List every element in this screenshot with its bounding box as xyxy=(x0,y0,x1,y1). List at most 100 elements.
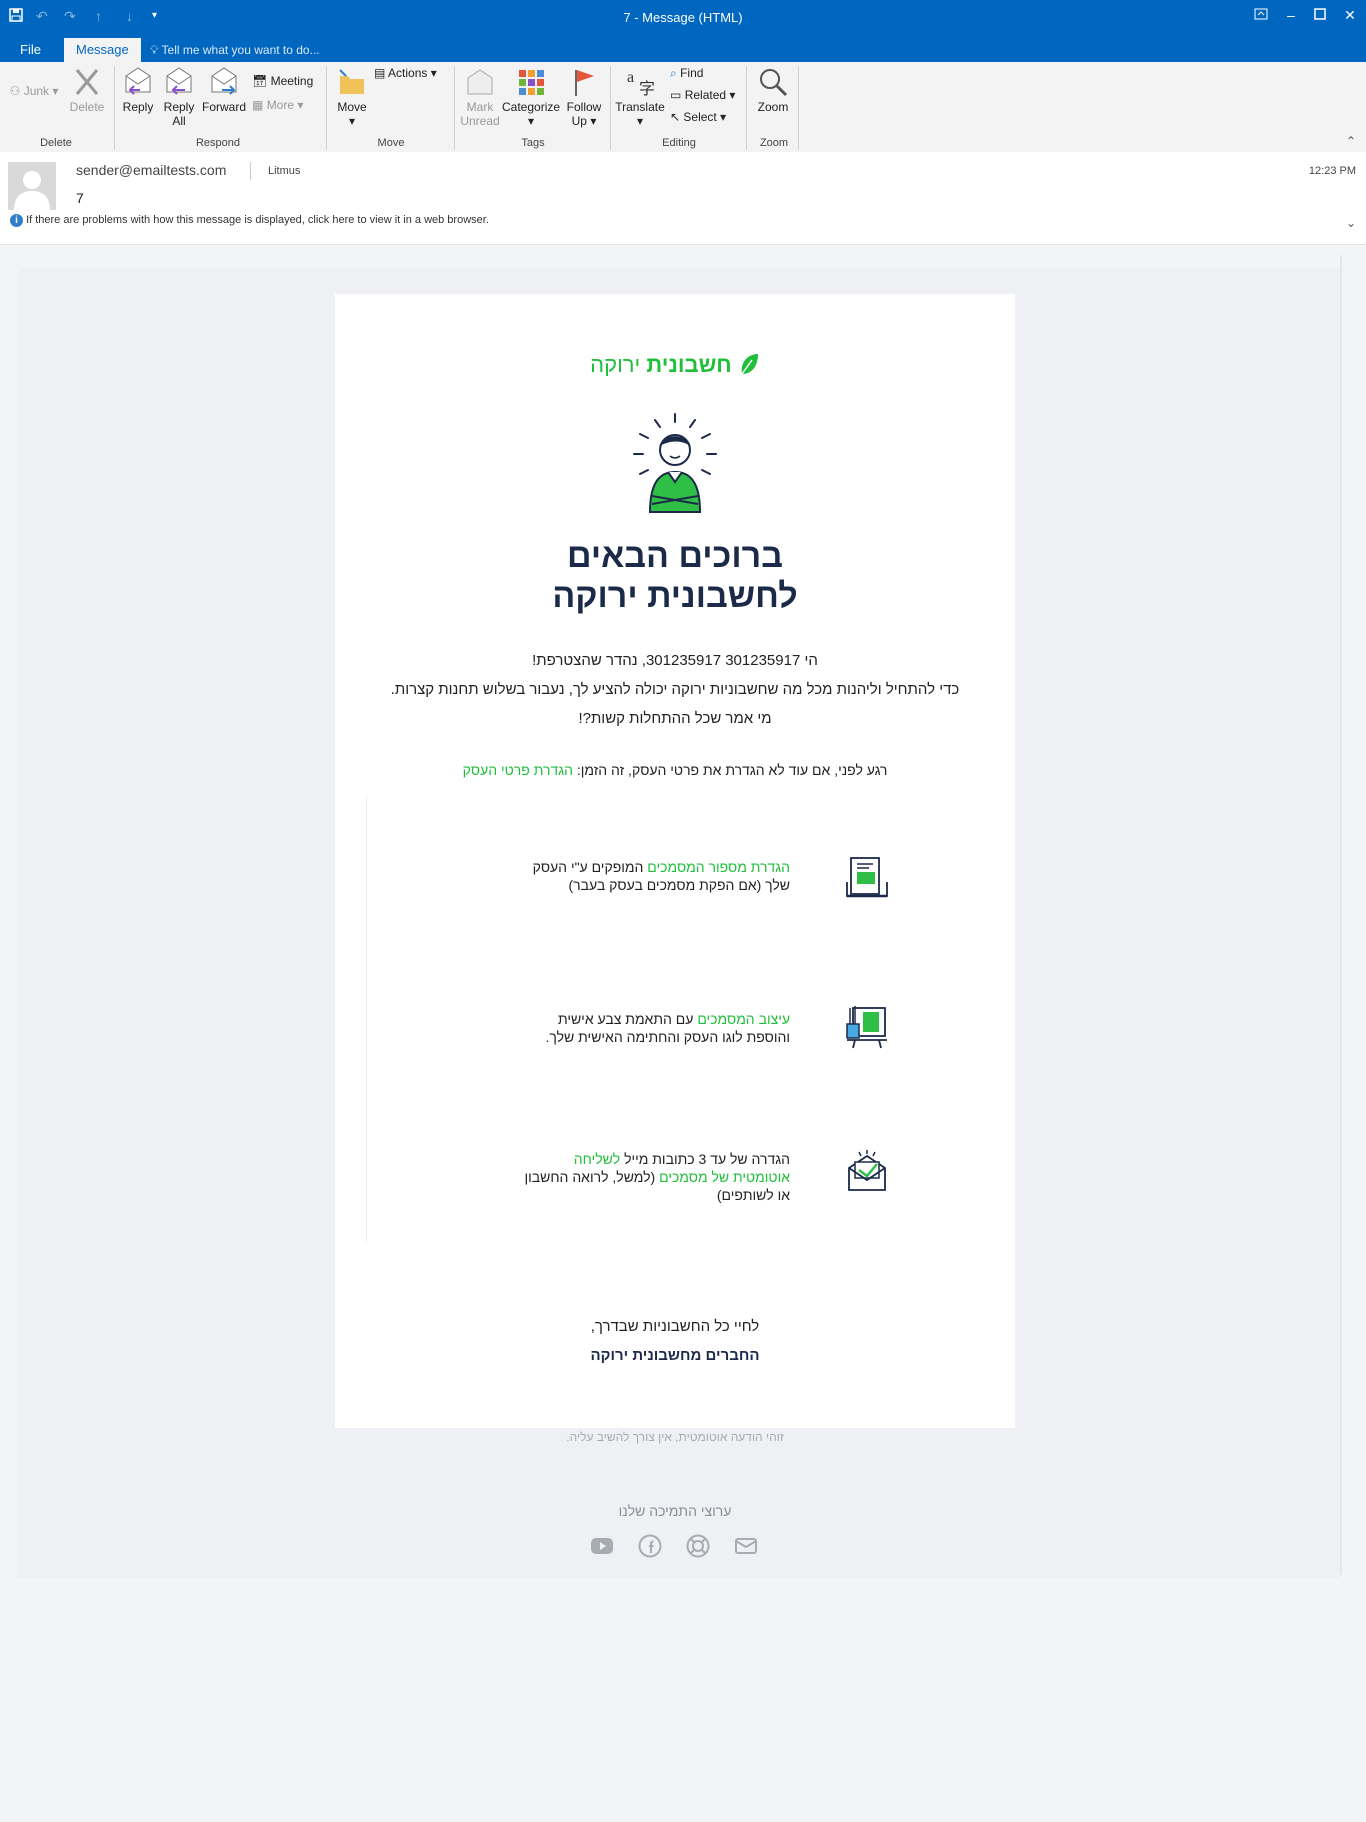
document-numbering-icon xyxy=(843,854,891,907)
ribbon-display-icon[interactable] xyxy=(1246,4,1276,26)
info-bar-text: If there are problems with how this mess… xyxy=(26,214,489,226)
info-bar[interactable]: i If there are problems with how this me… xyxy=(10,214,489,227)
leaf-icon xyxy=(732,352,760,377)
delete-icon xyxy=(75,69,99,95)
intro-text: כדי להתחיל וליהנות מכל מה שחשבוניות ירוק… xyxy=(390,681,960,698)
brand-logo: חשבונית ירוקה xyxy=(335,352,1015,378)
step-3-rest-2: (למשל, לרואה החשבון xyxy=(524,1169,656,1185)
follow-up-button[interactable]: Follow Up ▾ xyxy=(562,66,606,128)
tell-me-label: Tell me what you want to do... xyxy=(161,43,320,57)
support-title: ערוצי התמיכה שלנו xyxy=(618,1503,732,1519)
follow-up-label-2: Up xyxy=(571,114,587,128)
actions-icon: ▤ xyxy=(374,66,386,80)
reply-all-button[interactable]: Reply All xyxy=(158,66,200,128)
group-editing-label: Editing xyxy=(662,137,696,149)
tab-file[interactable]: File xyxy=(8,38,53,62)
greeting: הי 301235917 301235917, נהדר שהצטרפת! xyxy=(532,652,818,669)
auto-notice: זוהי הודעה אוטומטית, אין צורך להשיב עליה… xyxy=(566,1430,784,1444)
maximize-icon[interactable] xyxy=(1305,4,1335,26)
forward-icon xyxy=(211,67,237,95)
mark-unread-label-2: Unread xyxy=(460,114,500,128)
zoom-label: Zoom xyxy=(757,100,789,114)
select-icon: ↖ xyxy=(670,110,681,124)
delete-button[interactable]: Delete xyxy=(64,66,110,114)
sender-address[interactable]: sender@emailtests.com xyxy=(76,162,226,178)
ribbon-separator xyxy=(610,66,611,150)
ribbon-separator xyxy=(798,66,799,150)
business-details-link[interactable]: הגדרת פרטי העסק xyxy=(463,762,573,778)
mail-icon[interactable] xyxy=(734,1534,758,1558)
reply-all-label-1: Reply xyxy=(163,100,195,114)
step-1-rest: המופקים ע"י העסק xyxy=(532,859,644,875)
group-respond-label: Respond xyxy=(195,137,241,149)
setup-prompt: רגע לפני, אם עוד לא הגדרת את פרטי העסק, … xyxy=(335,762,1015,778)
translate-button[interactable]: a字 Translate ▾ xyxy=(614,66,666,128)
info-icon: i xyxy=(10,214,23,227)
step-3-text: הגדרה של עד 3 כתובות מייל לשליחה אוטומטי… xyxy=(490,1150,790,1204)
junk-label: Junk xyxy=(23,84,50,98)
youtube-icon[interactable] xyxy=(590,1534,614,1558)
tab-message[interactable]: Message xyxy=(64,38,141,62)
reply-button[interactable]: Reply xyxy=(118,66,158,114)
categorize-label: Categorize xyxy=(502,100,561,114)
actions-label: Actions xyxy=(388,66,428,80)
collapse-ribbon-icon[interactable]: ⌃ xyxy=(1346,134,1356,148)
reply-all-label-2: All xyxy=(172,114,186,128)
window-title: 7 - Message (HTML) xyxy=(623,10,743,25)
minimize-icon[interactable]: – xyxy=(1276,4,1306,26)
recipient[interactable]: Litmus xyxy=(268,165,300,177)
support-lifebuoy-icon[interactable] xyxy=(686,1534,710,1558)
related-button[interactable]: ▭ Related ▾ xyxy=(670,88,750,102)
group-tags-label: Tags xyxy=(521,137,545,149)
categorize-icon xyxy=(519,70,544,95)
actions-button[interactable]: ▤ Actions ▾ xyxy=(374,66,446,80)
tagline: מי אמר שכל ההתחלות קשות?! xyxy=(578,710,772,727)
heading-line-1: ברוכים הבאים xyxy=(567,537,783,575)
more-label: More xyxy=(266,98,295,112)
junk-icon: ⚇ xyxy=(9,84,21,98)
meeting-button[interactable]: 📅︎ Meeting xyxy=(252,74,320,88)
meeting-label: Meeting xyxy=(270,74,314,88)
ribbon-tabs: File Message 💡︎ Tell me what you want to… xyxy=(0,38,1366,62)
group-zoom-label: Zoom xyxy=(759,137,789,149)
scroll-edge xyxy=(1340,255,1342,1575)
facebook-icon[interactable] xyxy=(638,1534,662,1558)
welcome-heading: ברוכים הבאים לחשבונית ירוקה xyxy=(335,536,1015,616)
step-1-line-2: שלך (אם הפקת מסמכים בעסק בעבר) xyxy=(568,877,791,893)
more-button[interactable]: ▦ More ▾ xyxy=(252,98,320,112)
select-button[interactable]: ↖ Select ▾ xyxy=(670,110,750,124)
welcome-person-illustration xyxy=(630,412,720,519)
junk-button[interactable]: ⚇ Junk ▾ xyxy=(6,84,62,98)
reply-all-icon xyxy=(166,67,192,95)
ribbon: ⚇ Junk ▾ Delete Delete Reply Reply All F… xyxy=(0,62,1366,153)
step-2-text: עיצוב המסמכים עם התאמת צבע אישית והוספת … xyxy=(490,1010,790,1046)
more-icon: ▦ xyxy=(252,98,264,112)
close-icon[interactable]: ✕ xyxy=(1335,4,1365,26)
signoff: לחיי כל החשבוניות שבדרך, xyxy=(590,1318,760,1335)
translate-label: Translate xyxy=(615,100,665,114)
intro-block: הי 301235917 301235917, נהדר שהצטרפת! כד… xyxy=(335,646,1015,733)
step-3-highlight-2: אוטומטית של מסמכים xyxy=(659,1169,790,1185)
ribbon-separator xyxy=(114,66,115,150)
zoom-icon xyxy=(760,69,788,97)
step-3-highlight-1: לשליחה xyxy=(573,1151,621,1167)
forward-button[interactable]: Forward xyxy=(200,66,248,114)
group-delete-label: Delete xyxy=(40,137,72,149)
document-design-icon xyxy=(843,1002,891,1055)
forward-label: Forward xyxy=(201,100,246,114)
expand-header-icon[interactable]: ⌄ xyxy=(1346,216,1356,230)
svg-text:a: a xyxy=(627,69,634,86)
categorize-button[interactable]: Categorize ▾ xyxy=(502,66,560,128)
mark-unread-icon xyxy=(467,69,493,95)
find-icon: ⌕ xyxy=(670,66,677,80)
logo-light: ירוקה xyxy=(590,352,641,377)
move-button[interactable]: Move ▾ xyxy=(332,66,372,128)
ribbon-separator xyxy=(326,66,327,150)
steps-divider xyxy=(366,796,367,1242)
related-icon: ▭ xyxy=(670,88,682,102)
find-button[interactable]: ⌕ Find xyxy=(670,66,750,81)
tell-me-search[interactable]: 💡︎ Tell me what you want to do... xyxy=(150,38,320,62)
mark-unread-button[interactable]: Mark Unread xyxy=(458,66,502,128)
zoom-button[interactable]: Zoom xyxy=(752,66,794,114)
flag-icon xyxy=(575,70,594,96)
